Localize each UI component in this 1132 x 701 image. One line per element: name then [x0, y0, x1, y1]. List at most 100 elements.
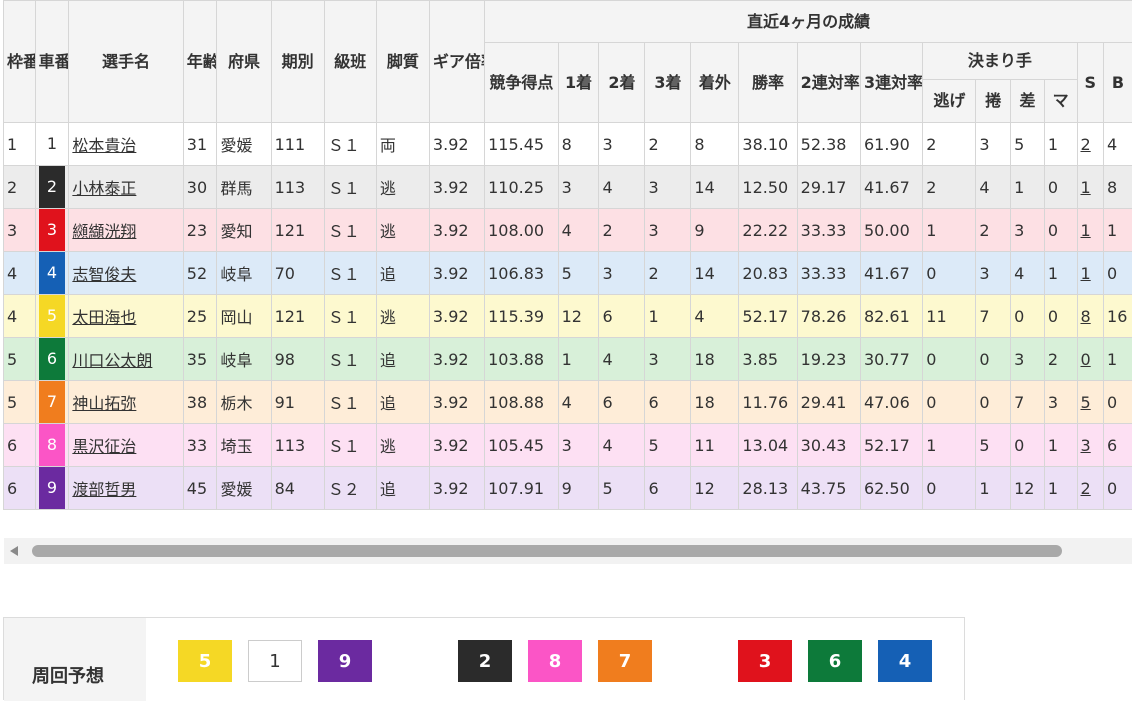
cell-s[interactable]: 3 [1077, 424, 1104, 467]
lap-forecast-panel: 周回予想 519287364 [3, 617, 965, 700]
cell-s[interactable]: 1 [1077, 209, 1104, 252]
forecast-box: 2 [458, 640, 512, 682]
cell-third: 3 [645, 209, 691, 252]
cell-s[interactable]: 1 [1077, 166, 1104, 209]
cell-age: 33 [183, 424, 217, 467]
header-term: 期別 [271, 1, 324, 123]
scroll-thumb[interactable] [32, 545, 1062, 557]
header-leg: 脚質 [376, 1, 429, 123]
rider-name-link[interactable]: 纐纈洸翔 [72, 222, 136, 241]
cell-ren3: 41.67 [860, 252, 922, 295]
rider-name-link[interactable]: 小林泰正 [72, 179, 136, 198]
header-mark: マ [1044, 80, 1077, 123]
cell-age: 38 [183, 381, 217, 424]
cell-third: 6 [645, 381, 691, 424]
cell-s[interactable]: 8 [1077, 295, 1104, 338]
cell-class: Ｓ１ [324, 424, 376, 467]
bike-number-badge: 9 [39, 467, 65, 509]
cell-gear: 3.92 [429, 166, 484, 209]
cell-second: 4 [599, 424, 645, 467]
cell-makuri: 3 [976, 252, 1011, 295]
header-kimari: 決まり手 [923, 43, 1077, 80]
header-makuri: 捲 [976, 80, 1011, 123]
cell-gear: 3.92 [429, 467, 484, 510]
rider-name-link[interactable]: 志智俊夫 [72, 265, 136, 284]
cell-out: 18 [691, 381, 739, 424]
forecast-box: 7 [598, 640, 652, 682]
cell-name: 川口公太朗 [69, 338, 183, 381]
bike-number-badge: 5 [39, 295, 65, 337]
bike-number-badge: 8 [39, 424, 65, 466]
cell-pref: 愛媛 [217, 123, 271, 166]
cell-term: 121 [271, 295, 324, 338]
rider-name-link[interactable]: 黒沢征治 [72, 437, 136, 456]
cell-leg: 逃 [376, 424, 429, 467]
cell-sashi: 12 [1011, 467, 1045, 510]
cell-score: 107.91 [485, 467, 559, 510]
cell-term: 111 [271, 123, 324, 166]
rider-name-link[interactable]: 太田海也 [72, 308, 136, 327]
cell-ren2: 19.23 [797, 338, 860, 381]
horizontal-scrollbar[interactable] [4, 538, 1132, 564]
cell-s[interactable]: 1 [1077, 252, 1104, 295]
header-score: 競争得点 [485, 43, 559, 123]
cell-second: 4 [599, 166, 645, 209]
lap-forecast-label: 周回予想 [4, 618, 146, 701]
cell-leg: 追 [376, 252, 429, 295]
cell-s[interactable]: 0 [1077, 338, 1104, 381]
cell-class: Ｓ２ [324, 467, 376, 510]
header-ren2: 2連対率 [797, 43, 860, 123]
cell-score: 105.45 [485, 424, 559, 467]
cell-first: 8 [558, 123, 599, 166]
cell-makuri: 5 [976, 424, 1011, 467]
rider-name-link[interactable]: 川口公太朗 [72, 351, 152, 370]
forecast-box: 1 [248, 640, 302, 682]
cell-score: 108.88 [485, 381, 559, 424]
cell-sha: 3 [35, 209, 69, 252]
cell-ren2: 33.33 [797, 209, 860, 252]
cell-nige: 0 [923, 338, 976, 381]
cell-ren2: 78.26 [797, 295, 860, 338]
cell-s[interactable]: 5 [1077, 381, 1104, 424]
cell-leg: 追 [376, 467, 429, 510]
cell-mark: 2 [1044, 338, 1077, 381]
cell-waku: 4 [4, 295, 36, 338]
cell-term: 70 [271, 252, 324, 295]
header-pref: 府県 [217, 1, 271, 123]
cell-b: 0 [1104, 381, 1132, 424]
cell-waku: 1 [4, 123, 36, 166]
cell-mark: 1 [1044, 424, 1077, 467]
cell-mark: 1 [1044, 467, 1077, 510]
cell-sashi: 4 [1011, 252, 1045, 295]
cell-waku: 2 [4, 166, 36, 209]
cell-third: 3 [645, 338, 691, 381]
cell-b: 0 [1104, 467, 1132, 510]
cell-age: 45 [183, 467, 217, 510]
cell-out: 14 [691, 252, 739, 295]
cell-age: 25 [183, 295, 217, 338]
cell-gear: 3.92 [429, 123, 484, 166]
rider-name-link[interactable]: 渡部哲男 [72, 480, 136, 499]
rider-name-link[interactable]: 神山拓弥 [72, 394, 136, 413]
cell-sashi: 3 [1011, 338, 1045, 381]
scroll-left-arrow-icon[interactable] [10, 546, 18, 556]
header-s: S [1077, 43, 1104, 123]
cell-s[interactable]: 2 [1077, 467, 1104, 510]
rider-name-link[interactable]: 松本貴治 [72, 136, 136, 155]
cell-third: 2 [645, 123, 691, 166]
table-row: 68黒沢征治33埼玉113Ｓ１逃3.92105.453451113.0430.4… [4, 424, 1132, 467]
cell-sashi: 5 [1011, 123, 1045, 166]
cell-pref: 群馬 [217, 166, 271, 209]
header-age: 年齢 [183, 1, 217, 123]
cell-pref: 愛媛 [217, 467, 271, 510]
cell-makuri: 0 [976, 381, 1011, 424]
cell-name: 纐纈洸翔 [69, 209, 183, 252]
cell-age: 23 [183, 209, 217, 252]
cell-win: 22.22 [739, 209, 797, 252]
cell-nige: 2 [923, 123, 976, 166]
cell-s[interactable]: 2 [1077, 123, 1104, 166]
cell-b: 8 [1104, 166, 1132, 209]
cell-sha: 9 [35, 467, 69, 510]
cell-b: 1 [1104, 338, 1132, 381]
bike-number-badge: 3 [39, 209, 65, 251]
